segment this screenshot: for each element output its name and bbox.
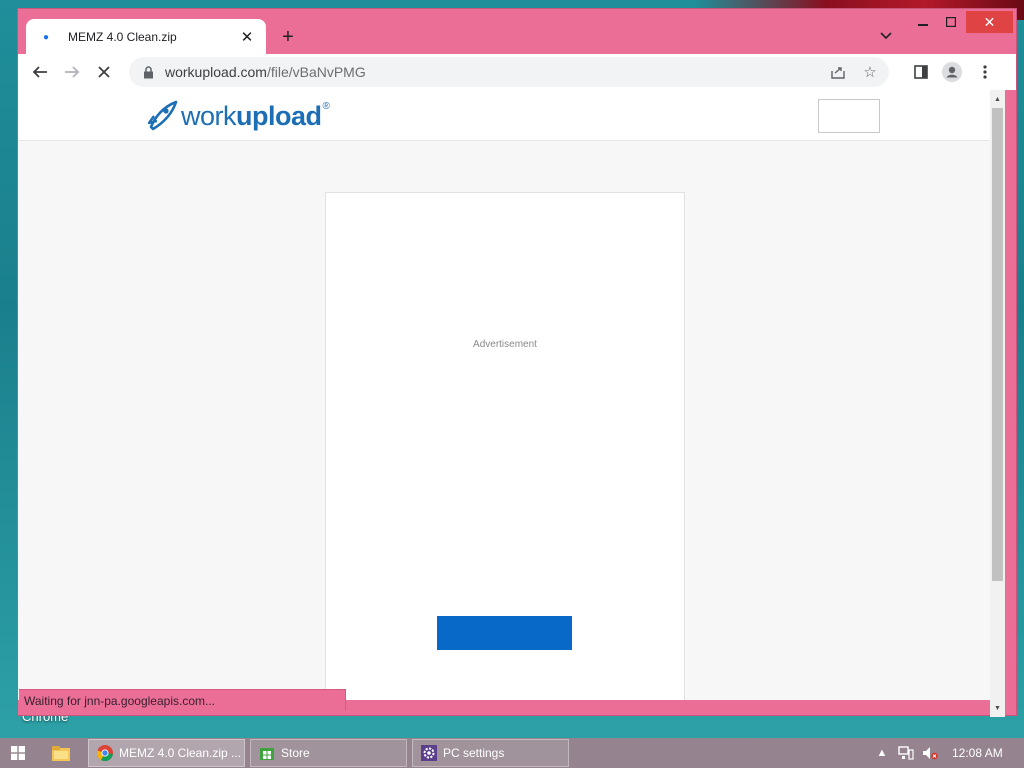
close-window-button[interactable]: ✕ (966, 11, 1013, 33)
taskbar-item-label: Store (281, 746, 310, 760)
minimize-button[interactable] (908, 11, 938, 33)
tab-search-chevron-icon[interactable] (876, 26, 896, 46)
file-explorer-icon[interactable] (48, 742, 74, 764)
status-bubble: Waiting for jnn-pa.googleapis.com... (19, 689, 346, 711)
bookmark-star-icon[interactable]: ☆ (859, 61, 881, 83)
browser-window: ● MEMZ 4.0 Clean.zip ✕ + ✕ workupload.co… (17, 8, 1017, 717)
chrome-icon (97, 745, 113, 761)
site-header: workupload ® (18, 90, 990, 141)
taskbar-item-store[interactable]: Store (250, 739, 407, 767)
show-hidden-icons-chevron-icon[interactable]: ▲ (874, 746, 890, 760)
new-tab-button[interactable]: + (276, 25, 300, 49)
tab-strip: ● MEMZ 4.0 Clean.zip ✕ + ✕ (18, 9, 1016, 55)
header-placeholder-box[interactable] (818, 99, 880, 133)
share-icon[interactable] (827, 61, 849, 83)
side-panel-icon[interactable] (909, 60, 933, 84)
browser-tab[interactable]: ● MEMZ 4.0 Clean.zip ✕ (26, 19, 266, 55)
taskbar-item-pc-settings[interactable]: PC settings (412, 739, 569, 767)
address-bar[interactable]: workupload.com/file/vBaNvPMG ☆ (129, 57, 889, 87)
tab-title: MEMZ 4.0 Clean.zip (68, 30, 177, 44)
back-arrow-icon[interactable] (28, 60, 52, 84)
menu-kebab-icon[interactable] (973, 60, 997, 84)
profile-avatar-icon[interactable] (940, 60, 964, 84)
action-center-flag-icon[interactable] (898, 746, 914, 760)
download-button[interactable] (437, 616, 572, 650)
gear-icon (421, 745, 437, 761)
clock[interactable]: 12:08 AM (952, 746, 1003, 760)
scroll-up-arrow-icon[interactable]: ▲ (990, 92, 1005, 106)
registered-mark: ® (322, 100, 330, 112)
url-text[interactable]: workupload.com/file/vBaNvPMG (165, 64, 366, 80)
taskbar-item-label: MEMZ 4.0 Clean.zip ... (119, 746, 242, 760)
volume-muted-icon[interactable] (922, 746, 938, 760)
rocket-logo-icon (147, 100, 178, 131)
browser-toolbar: workupload.com/file/vBaNvPMG ☆ (18, 54, 1016, 90)
start-button[interactable] (0, 738, 36, 768)
web-page: workupload ® Advertisement (18, 90, 990, 700)
taskbar: MEMZ 4.0 Clean.zip ... Store PC settings… (0, 738, 1024, 768)
logo-text-upload: upload (236, 100, 322, 131)
windows-logo-icon (11, 746, 25, 760)
maximize-button[interactable] (936, 11, 966, 33)
scrollbar-thumb[interactable] (992, 108, 1003, 581)
store-icon (259, 745, 275, 761)
workupload-logo[interactable]: workupload ® (145, 99, 330, 133)
taskbar-item-chrome[interactable]: MEMZ 4.0 Clean.zip ... (88, 739, 245, 767)
vertical-scrollbar[interactable]: ▲ ▼ (990, 90, 1005, 717)
forward-arrow-icon[interactable] (60, 60, 84, 84)
scroll-down-arrow-icon[interactable]: ▼ (990, 701, 1005, 715)
taskbar-item-label: PC settings (443, 746, 505, 760)
advertisement-panel: Advertisement (325, 192, 685, 700)
close-tab-icon[interactable]: ✕ (238, 28, 256, 46)
logo-text-work: work (181, 100, 237, 131)
advertisement-label: Advertisement (473, 339, 537, 350)
lock-icon[interactable] (141, 65, 155, 79)
loading-spinner-icon: ● (42, 31, 50, 43)
stop-loading-icon[interactable] (92, 60, 116, 84)
